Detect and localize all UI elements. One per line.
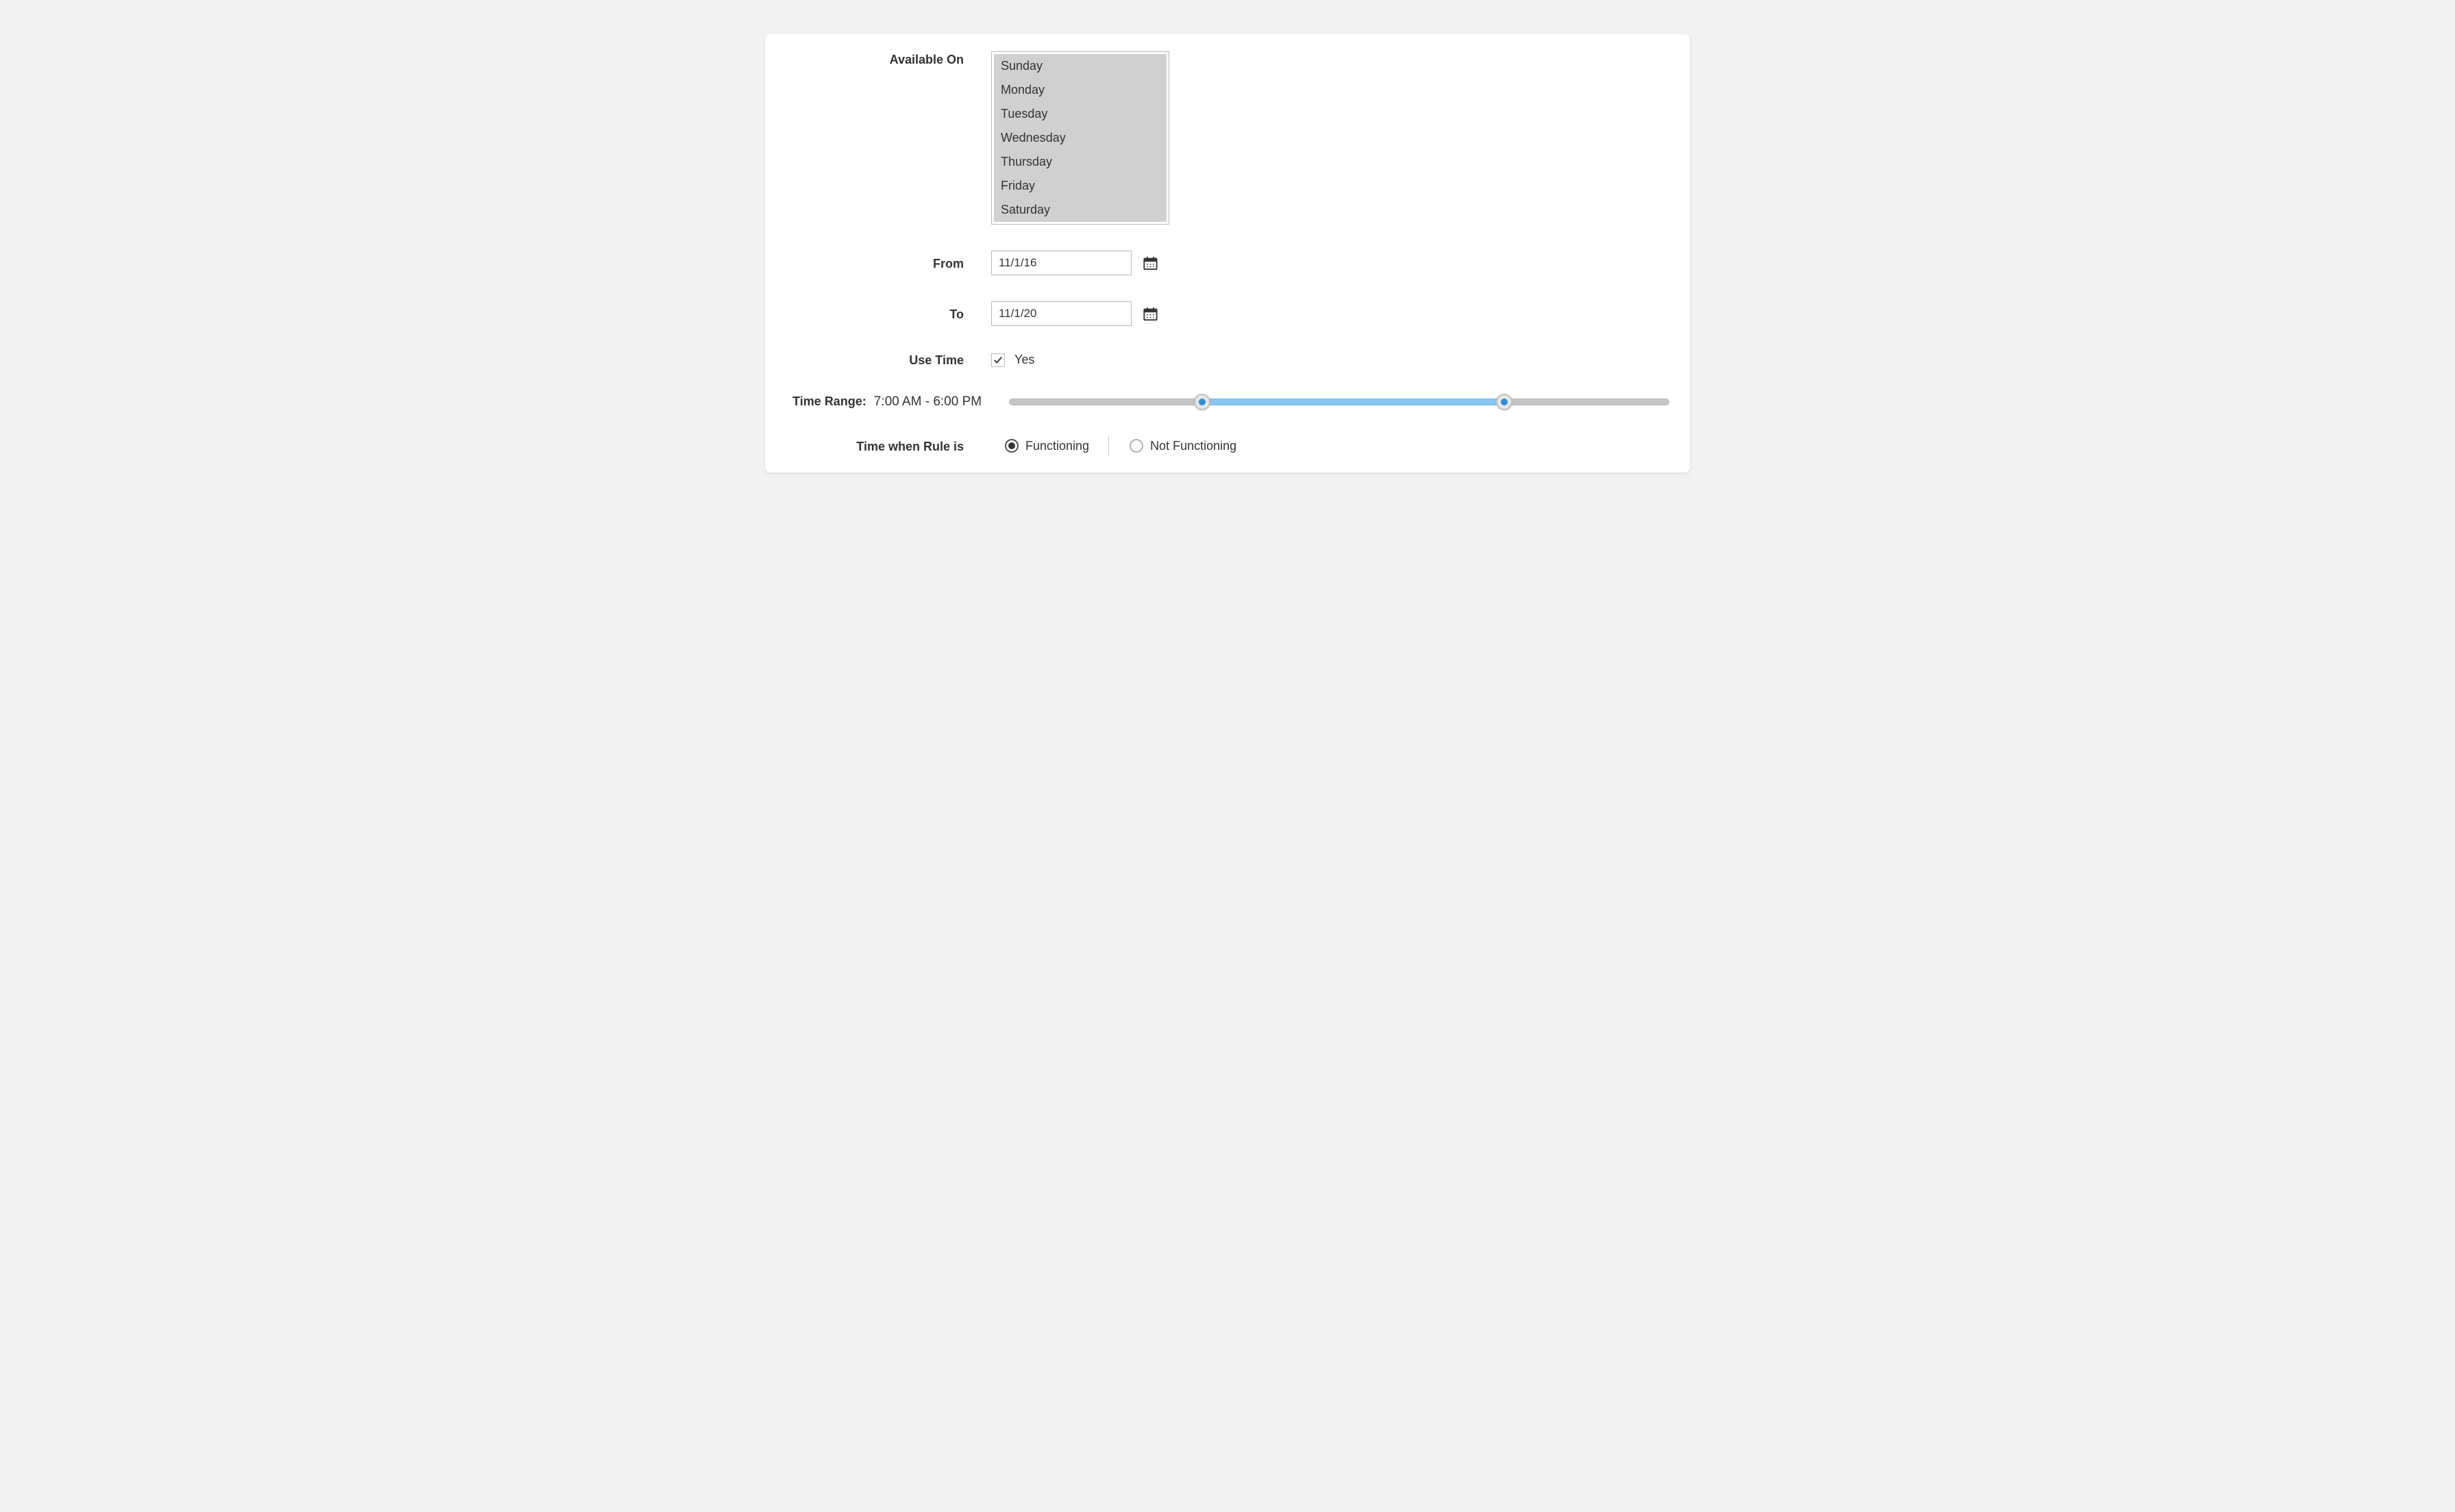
- use-time-checkbox[interactable]: [991, 353, 1005, 367]
- rule-mode-functioning-radio[interactable]: Functioning: [1005, 439, 1089, 453]
- day-option[interactable]: Thursday: [994, 150, 1167, 174]
- day-option[interactable]: Sunday: [994, 54, 1167, 78]
- day-option[interactable]: Wednesday: [994, 126, 1167, 150]
- use-time-label: Use Time: [786, 352, 991, 368]
- from-row: From: [786, 251, 1669, 275]
- from-label: From: [786, 255, 991, 271]
- day-option[interactable]: Monday: [994, 78, 1167, 102]
- divider: [1108, 436, 1109, 455]
- radio-icon: [1005, 439, 1019, 453]
- slider-handle-min[interactable]: [1194, 394, 1210, 410]
- day-option[interactable]: Tuesday: [994, 102, 1167, 126]
- to-date-input[interactable]: [991, 301, 1132, 326]
- rule-mode-label: Time when Rule is: [786, 438, 991, 454]
- radio-icon: [1130, 439, 1143, 453]
- use-time-row: Use Time Yes: [786, 352, 1669, 368]
- available-on-row: Available On Sunday Monday Tuesday Wedne…: [786, 51, 1669, 225]
- available-on-select[interactable]: Sunday Monday Tuesday Wednesday Thursday…: [991, 51, 1169, 225]
- settings-panel: Available On Sunday Monday Tuesday Wedne…: [765, 34, 1690, 473]
- time-range-label: Time Range:: [793, 394, 867, 408]
- calendar-icon[interactable]: [1143, 306, 1158, 321]
- radio-label: Not Functioning: [1150, 439, 1236, 453]
- available-on-label: Available On: [786, 51, 991, 67]
- slider-fill: [1202, 399, 1504, 405]
- day-option[interactable]: Saturday: [994, 198, 1167, 222]
- to-label: To: [786, 306, 991, 322]
- rule-mode-not-functioning-radio[interactable]: Not Functioning: [1130, 439, 1236, 453]
- time-range-value: 7:00 AM - 6:00 PM: [874, 394, 982, 409]
- from-date-input[interactable]: [991, 251, 1132, 275]
- rule-mode-row: Time when Rule is Functioning Not Functi…: [786, 436, 1669, 455]
- time-range-row: Time Range: 7:00 AM - 6:00 PM: [786, 394, 1669, 410]
- radio-label: Functioning: [1025, 439, 1089, 453]
- time-range-slider[interactable]: [1009, 394, 1669, 410]
- calendar-icon[interactable]: [1143, 255, 1158, 270]
- to-row: To: [786, 301, 1669, 326]
- day-option[interactable]: Friday: [994, 174, 1167, 198]
- slider-handle-max[interactable]: [1496, 394, 1512, 410]
- use-time-checkbox-label: Yes: [1014, 353, 1034, 367]
